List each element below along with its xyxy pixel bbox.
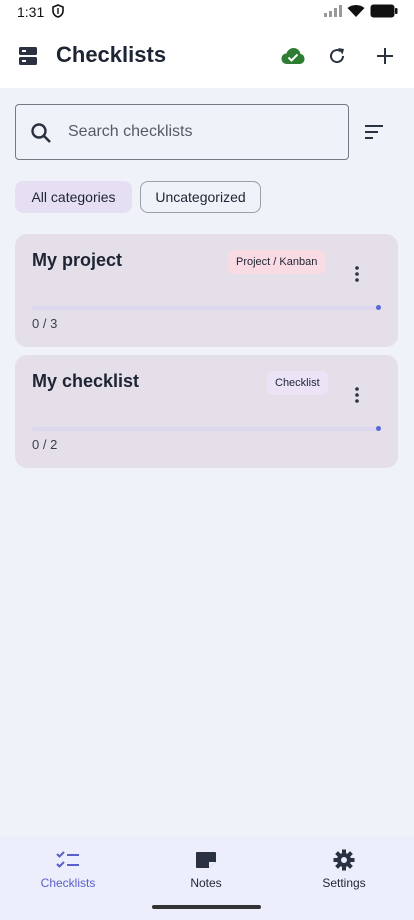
battery-icon: [370, 4, 398, 21]
chip-uncategorized[interactable]: Uncategorized: [140, 181, 261, 213]
nav-label: Checklists: [40, 876, 96, 890]
nav-label: Settings: [322, 876, 366, 890]
view-agenda-icon[interactable]: [16, 44, 40, 68]
category-badge: Project / Kanban: [228, 250, 326, 274]
settings-icon: [332, 848, 356, 872]
wifi-icon: [347, 4, 365, 21]
note-icon: [194, 848, 218, 872]
checklist-card[interactable]: My project Project / Kanban 0 / 3: [15, 234, 398, 347]
item-count: 0 / 2: [32, 437, 58, 452]
checklist-title: My project: [32, 250, 123, 270]
nav-notes[interactable]: Notes: [146, 848, 266, 890]
shield-icon: [52, 3, 65, 21]
progress-bar: [32, 427, 381, 431]
item-count: 0 / 3: [32, 316, 58, 331]
signal-icon: [324, 4, 342, 20]
category-badge: Checklist: [267, 371, 328, 395]
refresh-icon[interactable]: [325, 44, 349, 68]
more-vert-icon[interactable]: [347, 262, 367, 286]
checklist-title: My checklist: [32, 371, 140, 391]
progress-bar: [32, 306, 381, 310]
nav-label: Notes: [190, 876, 222, 890]
app-bar: Checklists: [0, 24, 414, 88]
search-icon: [30, 122, 52, 144]
status-bar: 1:31: [0, 0, 414, 24]
status-left: 1:31: [17, 3, 65, 21]
search-field[interactable]: [15, 104, 349, 160]
nav-checklists[interactable]: Checklists: [8, 848, 128, 890]
status-time: 1:31: [17, 4, 45, 20]
page-title: Checklists: [56, 42, 167, 67]
nav-settings[interactable]: Settings: [284, 848, 404, 890]
home-indicator[interactable]: [152, 905, 261, 909]
cloud-done-icon[interactable]: [281, 44, 305, 68]
status-right: [324, 4, 398, 21]
search-input[interactable]: [68, 117, 338, 147]
sort-icon[interactable]: [362, 120, 386, 144]
progress-end-dot: [376, 426, 381, 431]
progress-end-dot: [376, 305, 381, 310]
add-icon[interactable]: [373, 44, 397, 68]
checklist-icon: [56, 848, 80, 872]
more-vert-icon[interactable]: [347, 383, 367, 407]
chip-all-categories[interactable]: All categories: [15, 181, 132, 213]
checklist-card[interactable]: My checklist Checklist 0 / 2: [15, 355, 398, 468]
